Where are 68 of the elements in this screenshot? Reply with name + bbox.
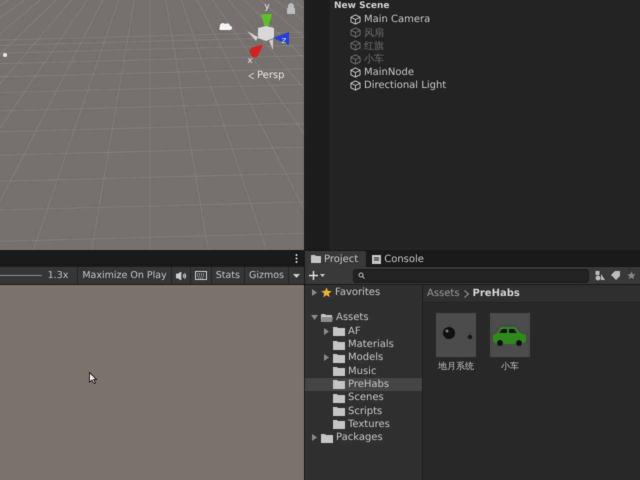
chevron-left-icon: [248, 72, 255, 80]
tree-item[interactable]: Assets: [305, 311, 422, 325]
panel-tab[interactable]: Console: [366, 251, 432, 267]
cursor-icon: [89, 372, 97, 384]
orientation-gizmo[interactable]: [247, 14, 289, 58]
cube-icon: [350, 80, 361, 92]
asset-label[interactable]: 小车: [501, 360, 519, 373]
collapsed-arrow-icon[interactable]: [323, 328, 330, 335]
collapsed-arrow-icon[interactable]: [323, 354, 330, 362]
tree-item[interactable]: Textures: [305, 418, 422, 431]
tree-item[interactable]: PreHabs: [305, 378, 422, 392]
folder-icon: [333, 379, 345, 390]
folder-icon: [333, 419, 345, 430]
tree-item[interactable]: Scenes: [305, 391, 422, 404]
caret-icon[interactable]: [293, 274, 300, 278]
axis-label: z: [282, 36, 286, 46]
lock-icon[interactable]: [287, 3, 295, 14]
cube-icon: [350, 27, 361, 38]
collapsed-arrow-icon[interactable]: [311, 289, 318, 296]
breadcrumb-item[interactable]: PreHabs: [472, 288, 520, 299]
more-menu-icon[interactable]: [295, 254, 298, 263]
tree-item[interactable]: Favorites: [305, 286, 422, 300]
hierarchy-item[interactable]: Directional Light: [350, 78, 640, 92]
cube-icon: [350, 66, 361, 78]
chevron-right-icon: [464, 290, 469, 298]
axis-label: y: [264, 2, 270, 12]
tree-item[interactable]: Packages: [305, 430, 422, 444]
caret-icon[interactable]: [320, 274, 325, 277]
folder-icon: [321, 312, 333, 323]
asset-label[interactable]: 地月系统: [438, 360, 474, 373]
scale-label: 1.3x: [48, 270, 68, 281]
console-icon: [372, 254, 382, 264]
scene-title[interactable]: New Scene: [334, 1, 390, 11]
panel-tab[interactable]: Project: [305, 251, 366, 267]
star-icon: [321, 287, 332, 298]
folder-icon: [311, 255, 321, 263]
light-icon: [3, 53, 7, 57]
cube-icon: [350, 14, 361, 26]
tree-item[interactable]: Music: [305, 364, 422, 378]
hierarchy-item[interactable]: MainNode: [350, 66, 640, 79]
tree-item[interactable]: Models: [305, 351, 422, 364]
plus-icon[interactable]: [309, 271, 318, 280]
folder-icon: [333, 340, 345, 350]
folder-icon: [321, 432, 333, 443]
breadcrumb-item[interactable]: Assets: [427, 288, 460, 299]
search-field[interactable]: [353, 268, 589, 282]
car-thumbnail: [490, 313, 530, 357]
tag-icon[interactable]: [611, 271, 621, 280]
search-icon: [358, 272, 365, 279]
folder-icon: [333, 352, 345, 363]
expanded-arrow-icon[interactable]: [311, 314, 318, 322]
planet-thumbnail: [436, 313, 476, 357]
folder-icon: [333, 406, 345, 416]
axis-label: x: [247, 56, 253, 66]
folder-icon: [333, 326, 345, 336]
speaker-icon[interactable]: [176, 272, 186, 280]
hierarchy-item[interactable]: Main Camera: [350, 13, 640, 26]
keyboard-icon[interactable]: [194, 271, 207, 280]
projection-label[interactable]: Persp: [257, 70, 284, 81]
star-icon[interactable]: [627, 271, 636, 280]
cloud-icon: [219, 23, 232, 30]
tree-item[interactable]: Scripts: [305, 404, 422, 418]
tree-item[interactable]: Materials: [305, 338, 422, 352]
tree-item[interactable]: AF: [305, 324, 422, 338]
filter-type-icon[interactable]: [595, 270, 605, 280]
cube-icon: [350, 54, 361, 65]
cube-icon: [350, 40, 361, 52]
collapsed-arrow-icon[interactable]: [311, 434, 318, 442]
